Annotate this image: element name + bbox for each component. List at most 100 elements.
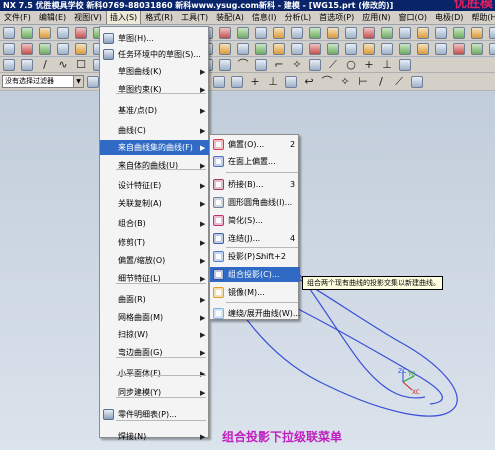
snap-tool-icon[interactable]: ↩ xyxy=(303,75,315,88)
snap-tool-icon[interactable]: ⌒ xyxy=(321,75,333,88)
tool-icon[interactable] xyxy=(219,27,231,39)
tool-icon[interactable] xyxy=(453,43,465,55)
tool-icon[interactable] xyxy=(417,43,429,55)
menu-item-4[interactable]: 格式(R) xyxy=(141,11,177,24)
tool-icon[interactable] xyxy=(471,27,483,39)
tool-icon[interactable] xyxy=(255,27,267,39)
insert-menu-item-15[interactable]: 网格曲面(M) ▶ xyxy=(100,310,210,325)
snap-tool-icon[interactable]: ⊥ xyxy=(267,75,279,88)
menu-item-12[interactable]: 电极(D) xyxy=(431,11,467,24)
insert-menu-item-8[interactable]: 设计特征(E) ▶ xyxy=(100,178,210,193)
tool-icon[interactable] xyxy=(399,43,411,55)
insert-menu-item-10[interactable]: 组合(B) ▶ xyxy=(100,216,210,231)
menu-item-3[interactable]: 插入(S) xyxy=(105,11,142,24)
snap-tool-icon[interactable] xyxy=(411,75,423,88)
snap-tool-icon[interactable]: + xyxy=(249,75,261,88)
snap-tool-icon[interactable] xyxy=(231,75,243,88)
tool-icon[interactable] xyxy=(345,43,357,55)
tool-icon[interactable] xyxy=(255,59,267,71)
menu-item-9[interactable]: 首选项(P) xyxy=(315,11,358,24)
menu-item-6[interactable]: 装配(A) xyxy=(212,11,248,24)
snap-tool-icon[interactable] xyxy=(87,75,99,88)
tool-icon[interactable]: ⟋ xyxy=(327,59,339,71)
tool-icon[interactable] xyxy=(75,43,87,55)
tool-icon[interactable] xyxy=(345,27,357,39)
tool-icon[interactable] xyxy=(219,59,231,71)
tool-icon[interactable] xyxy=(3,27,15,39)
tool-icon[interactable] xyxy=(309,59,321,71)
tool-icon[interactable]: ⊥ xyxy=(381,59,393,71)
tool-icon[interactable] xyxy=(327,43,339,55)
insert-menu-item-6[interactable]: 来自曲线集的曲线(F) ▶ xyxy=(100,140,210,155)
tool-icon[interactable] xyxy=(453,27,465,39)
tool-icon[interactable] xyxy=(39,27,51,39)
menu-item-13[interactable]: 帮助(H) xyxy=(467,11,495,24)
type-filter-select[interactable]: 没有选择过滤器 ▼ xyxy=(2,75,84,88)
tool-icon[interactable] xyxy=(399,59,411,71)
insert-menu-item-9[interactable]: 关联复制(A) ▶ xyxy=(100,196,210,211)
tool-icon[interactable] xyxy=(435,43,447,55)
curve-submenu-item-0[interactable]: 偏置(O)... 2 xyxy=(210,137,300,152)
menu-item-5[interactable]: 工具(T) xyxy=(177,11,212,24)
insert-menu-item-11[interactable]: 修剪(T) ▶ xyxy=(100,235,210,250)
curve-submenu-item-9[interactable]: 缠绕/展开曲线(W)... xyxy=(210,306,300,321)
tool-icon[interactable] xyxy=(273,27,285,39)
point-icon[interactable]: + xyxy=(363,59,375,71)
tool-icon[interactable]: ✧ xyxy=(291,59,303,71)
spline-icon[interactable]: ∿ xyxy=(57,59,69,71)
tool-icon[interactable] xyxy=(381,27,393,39)
tool-icon[interactable] xyxy=(237,43,249,55)
tool-icon[interactable] xyxy=(75,27,87,39)
circle-icon[interactable]: ○ xyxy=(345,59,357,71)
tool-icon[interactable] xyxy=(399,27,411,39)
tool-icon[interactable] xyxy=(471,43,483,55)
rectangle-icon[interactable] xyxy=(21,59,33,71)
menu-item-2[interactable]: 视图(V) xyxy=(70,11,106,24)
snap-tool-icon[interactable] xyxy=(285,75,297,88)
tool-icon[interactable] xyxy=(21,43,33,55)
tool-icon[interactable] xyxy=(3,43,15,55)
insert-menu-item-5[interactable]: 曲线(C) ▶ xyxy=(100,123,210,138)
insert-menu-item-0[interactable]: sketch-icon 草图(H)... xyxy=(100,31,210,46)
curve-submenu-item-7[interactable]: 组合投影(C)... xyxy=(210,267,300,282)
arc-icon[interactable]: ⌒ xyxy=(237,59,249,71)
snap-tool-icon[interactable]: ✧ xyxy=(339,75,351,88)
tool-icon[interactable] xyxy=(291,43,303,55)
box-icon[interactable]: ☐ xyxy=(75,59,87,71)
tool-icon[interactable] xyxy=(237,27,249,39)
curve-submenu-item-3[interactable]: 圆形圆角曲线(I)... xyxy=(210,195,300,210)
curve-submenu-item-2[interactable]: 桥接(B)... 3 xyxy=(210,177,300,192)
tool-icon[interactable] xyxy=(309,27,321,39)
menu-item-1[interactable]: 编辑(E) xyxy=(35,11,70,24)
tool-icon[interactable] xyxy=(489,27,495,39)
insert-menu-item-1[interactable]: task-sketch-icon 任务环境中的草图(S)... xyxy=(100,47,210,62)
insert-menu-item-2[interactable]: 草图曲线(K) ▶ xyxy=(100,64,210,79)
tool-icon[interactable]: ⌐ xyxy=(273,59,285,71)
curve-submenu-item-1[interactable]: 在面上偏置... xyxy=(210,154,300,169)
tool-icon[interactable] xyxy=(489,43,495,55)
tool-icon[interactable] xyxy=(291,27,303,39)
menu-item-8[interactable]: 分析(L) xyxy=(280,11,315,24)
tool-icon[interactable] xyxy=(309,43,321,55)
insert-menu-item-12[interactable]: 偏置/缩放(O) ▶ xyxy=(100,253,210,268)
insert-menu-item-3[interactable]: 草图约束(K) ▶ xyxy=(100,82,210,97)
curve-submenu-item-4[interactable]: 简化(S)... xyxy=(210,213,300,228)
tool-icon[interactable] xyxy=(219,43,231,55)
tool-icon[interactable] xyxy=(417,27,429,39)
insert-menu-item-21[interactable]: 焊接(N) ▶ xyxy=(100,429,210,444)
snap-tool-icon[interactable]: / xyxy=(375,75,387,88)
insert-menu-item-16[interactable]: 扫掠(W) ▶ xyxy=(100,327,210,342)
tool-icon[interactable] xyxy=(273,43,285,55)
insert-menu-item-4[interactable]: 基准/点(D) ▶ xyxy=(100,103,210,118)
menu-item-0[interactable]: 文件(F) xyxy=(0,11,35,24)
tool-icon[interactable] xyxy=(57,43,69,55)
chevron-down-icon[interactable]: ▼ xyxy=(73,76,83,87)
insert-menu-item-18[interactable]: 小平面体(F) ▶ xyxy=(100,366,210,381)
curve-submenu-item-5[interactable]: 连结(J)... 4 xyxy=(210,231,300,246)
tool-icon[interactable] xyxy=(381,43,393,55)
snap-tool-icon[interactable] xyxy=(213,75,225,88)
tool-icon[interactable] xyxy=(255,43,267,55)
line-icon[interactable]: / xyxy=(39,59,51,71)
menu-item-11[interactable]: 窗口(O) xyxy=(394,11,431,24)
menu-item-7[interactable]: 信息(I) xyxy=(248,11,281,24)
